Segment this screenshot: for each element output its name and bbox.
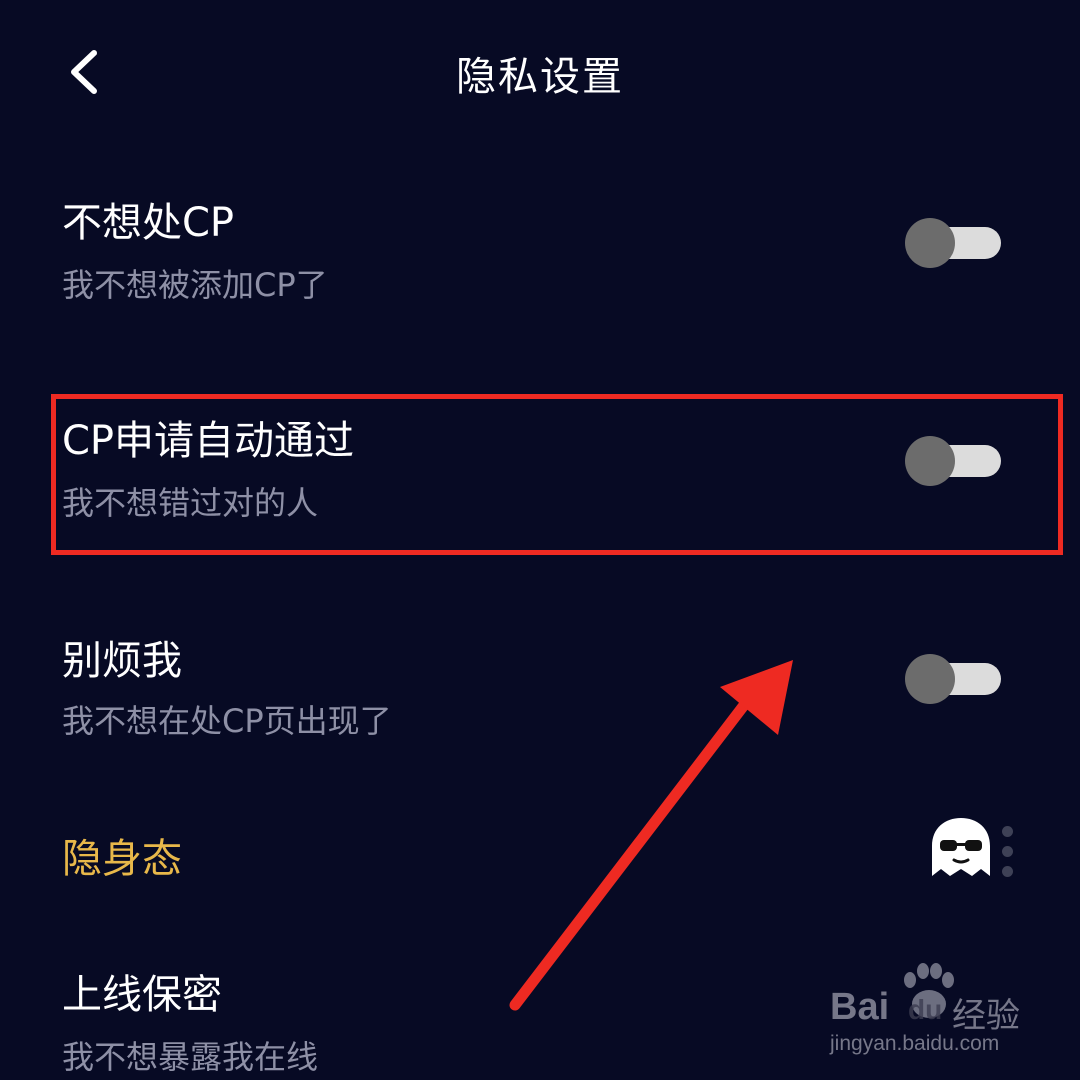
annotation-arrow: [509, 660, 793, 1011]
top-bar: 隐私设置: [0, 0, 1080, 140]
no-cp-toggle[interactable]: [905, 218, 1001, 268]
do-not-disturb-toggle[interactable]: [905, 654, 1001, 704]
setting-title: 上线保密: [62, 972, 222, 1018]
toggle-knob: [905, 218, 955, 268]
setting-subtitle: 我不想错过对的人: [62, 484, 319, 522]
setting-title: 别烦我: [62, 638, 182, 684]
ghost-sunglasses-icon[interactable]: [926, 814, 996, 884]
watermark-brand-suffix: du: [908, 994, 943, 1025]
invisible-mode-label: 隐身态: [62, 836, 182, 882]
setting-subtitle: 我不想被添加CP了: [62, 266, 328, 304]
setting-title: 不想处CP: [62, 200, 235, 246]
setting-subtitle: 我不想在处CP页出现了: [62, 702, 392, 740]
watermark-url: jingyan.baidu.com: [830, 1032, 1000, 1055]
setting-subtitle: 我不想暴露我在线: [62, 1038, 319, 1076]
setting-title: CP申请自动通过: [62, 418, 355, 464]
baidu-watermark: Bai du 经验 jingyan.baidu.com: [830, 960, 1060, 1060]
toggle-knob: [905, 436, 955, 486]
page-title: 隐私设置: [456, 54, 624, 100]
cp-auto-approve-toggle[interactable]: [905, 436, 1001, 486]
toggle-knob: [905, 654, 955, 704]
paw-icon: [904, 963, 954, 1018]
more-dots-icon[interactable]: [1002, 826, 1016, 878]
watermark-brand-cn: 经验: [952, 996, 1020, 1036]
watermark-brand: Bai: [830, 986, 890, 1028]
